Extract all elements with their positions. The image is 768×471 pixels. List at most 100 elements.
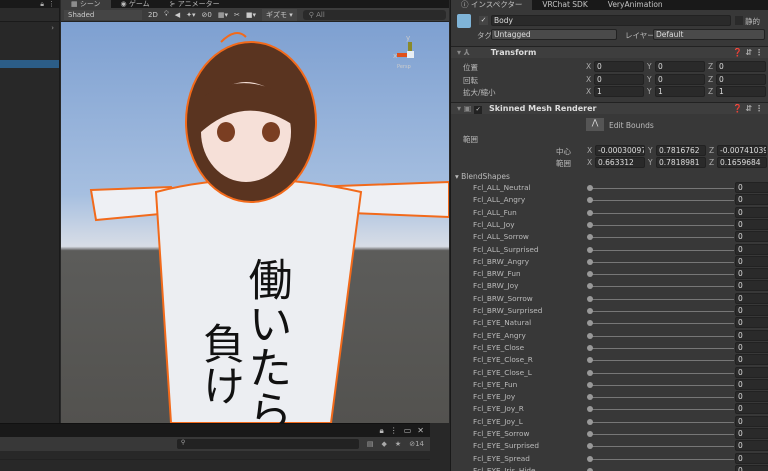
blendshape-slider[interactable]	[589, 360, 734, 362]
blendshape-value[interactable]: 0	[735, 305, 768, 316]
blendshape-slider[interactable]	[589, 384, 734, 386]
gizmos-dropdown[interactable]: ギズモ ▾	[262, 8, 297, 21]
blendshape-value[interactable]: 0	[735, 268, 768, 280]
enabled-checkbox[interactable]: ✓	[474, 106, 483, 114]
tab-scene[interactable]: ▦ シーン	[61, 0, 111, 8]
z-field[interactable]: 0	[716, 61, 766, 72]
hidden-packages-icon[interactable]: ⊘14	[409, 440, 424, 448]
blendshape-value[interactable]: 0	[735, 440, 768, 452]
blendshape-value[interactable]: 0	[735, 341, 768, 353]
y-field[interactable]: 0	[655, 73, 705, 85]
project-search[interactable]: ⚲	[176, 439, 359, 449]
slider-handle[interactable]	[587, 234, 593, 241]
blendshape-value[interactable]: 0	[735, 194, 768, 206]
slider-handle[interactable]	[587, 308, 593, 314]
blendshape-slider[interactable]	[589, 347, 734, 349]
blendshape-slider[interactable]	[589, 311, 734, 312]
slider-handle[interactable]	[587, 320, 593, 327]
gizmo-center[interactable]	[407, 51, 414, 58]
blendshape-slider[interactable]	[589, 261, 734, 263]
static-checkbox[interactable]	[735, 16, 743, 25]
blendshape-value[interactable]: 0	[735, 464, 768, 471]
blendshape-value[interactable]: 0	[735, 280, 768, 292]
tab-vrchat-sdk[interactable]: VRChat SDK	[532, 0, 597, 10]
blendshape-value[interactable]: 0	[735, 231, 768, 243]
blendshape-value[interactable]: 0	[735, 218, 768, 230]
filter-type-icon[interactable]: ▤	[367, 440, 374, 448]
hierarchy-item[interactable]	[0, 36, 59, 48]
blendshapes-foldout[interactable]: ▾ BlendShapes	[455, 172, 510, 181]
x-field[interactable]: 0	[594, 73, 644, 85]
blendshape-value[interactable]: 0	[735, 206, 768, 218]
component-menu-icon[interactable]: ❓ ⇵ ⋮	[733, 103, 763, 115]
z-field[interactable]: -0.00741039	[717, 145, 767, 156]
audio-icon[interactable]: ◀︎	[175, 11, 180, 19]
blendshape-value[interactable]: 0	[735, 317, 768, 329]
tab-game[interactable]: ◉ ゲーム	[111, 0, 160, 8]
hierarchy-item[interactable]	[0, 48, 59, 60]
hierarchy-search[interactable]	[0, 8, 59, 22]
y-field[interactable]: 1	[655, 86, 705, 97]
slider-handle[interactable]	[587, 431, 593, 437]
slider-handle[interactable]	[587, 271, 593, 278]
blendshape-value[interactable]: 0	[735, 391, 768, 403]
blendshape-value[interactable]: 0	[735, 378, 768, 390]
slider-handle[interactable]	[587, 185, 593, 191]
blendshape-slider[interactable]	[589, 212, 734, 214]
z-field[interactable]: 0.1659684	[717, 157, 767, 168]
active-checkbox[interactable]: ✓	[479, 16, 488, 25]
blendshape-value[interactable]: 0	[735, 292, 768, 304]
tab-veryanimation[interactable]: VeryAnimation	[598, 0, 673, 10]
camera-icon[interactable]: ■▾	[246, 11, 256, 19]
tab-inspector[interactable]: ⓘ インスペクター	[451, 0, 533, 10]
favorite-icon[interactable]: ★	[395, 440, 401, 448]
y-field[interactable]: 0.7816762	[656, 145, 706, 156]
slider-handle[interactable]	[587, 418, 593, 425]
slider-handle[interactable]	[587, 357, 593, 364]
blendshape-slider[interactable]	[589, 372, 734, 374]
blendshape-slider[interactable]	[589, 274, 734, 276]
slider-handle[interactable]	[587, 332, 593, 339]
blendshape-slider[interactable]	[589, 421, 734, 423]
z-field[interactable]: 1	[716, 86, 766, 97]
slider-handle[interactable]	[587, 406, 593, 413]
blendshape-slider[interactable]	[589, 224, 734, 226]
blendshape-slider[interactable]	[589, 298, 734, 300]
slider-handle[interactable]	[587, 246, 593, 253]
x-axis-cone[interactable]	[397, 53, 407, 57]
blendshape-slider[interactable]	[589, 458, 734, 460]
blendshape-value[interactable]: 0	[735, 428, 768, 439]
lock-icon[interactable]: 🔒︎	[40, 0, 44, 8]
x-field[interactable]: 1	[594, 86, 644, 97]
blendshape-slider[interactable]	[589, 409, 734, 411]
slider-handle[interactable]	[587, 283, 593, 290]
blendshape-value[interactable]: 0	[735, 366, 768, 378]
hierarchy-item-selected[interactable]	[0, 60, 59, 68]
close-icon[interactable]: ✕	[417, 426, 424, 435]
z-field[interactable]: 0	[716, 73, 766, 85]
more-icon[interactable]: ⋮	[48, 0, 55, 8]
x-field[interactable]: -0.00030097	[595, 145, 645, 156]
tab-animator[interactable]: ⊱ アニメーター	[160, 0, 230, 8]
slider-handle[interactable]	[587, 209, 593, 216]
label-icon[interactable]: ◆	[382, 440, 387, 448]
blendshape-slider[interactable]	[589, 335, 734, 337]
smr-header[interactable]: ▾ ▣ ✓ Skinned Mesh Renderer ❓ ⇵ ⋮	[451, 102, 768, 114]
scene-viewport[interactable]: 働いたら 負け y x Persp	[61, 22, 449, 423]
scene-search[interactable]: ⚲ All	[302, 9, 446, 20]
blendshape-value[interactable]: 0	[735, 415, 768, 427]
slider-handle[interactable]	[587, 258, 593, 265]
shading-dropdown[interactable]: Shaded	[64, 9, 142, 20]
effects-icon[interactable]: ✦▾	[186, 11, 195, 19]
slider-handle[interactable]	[587, 381, 593, 388]
transform-header[interactable]: ▾ ⅄ Transform ❓ ⇵ ⋮	[451, 46, 768, 58]
gizmo-persp[interactable]: Persp	[397, 64, 411, 70]
slider-handle[interactable]	[587, 455, 593, 462]
visibility-icon[interactable]: ⊘0	[202, 11, 212, 19]
blendshape-value[interactable]: 0	[735, 243, 768, 255]
blendshape-slider[interactable]	[589, 237, 734, 239]
slider-handle[interactable]	[587, 443, 593, 450]
hierarchy-item[interactable]: ›	[0, 24, 59, 36]
blendshape-slider[interactable]	[589, 200, 734, 202]
blendshape-value[interactable]: 0	[735, 452, 768, 464]
